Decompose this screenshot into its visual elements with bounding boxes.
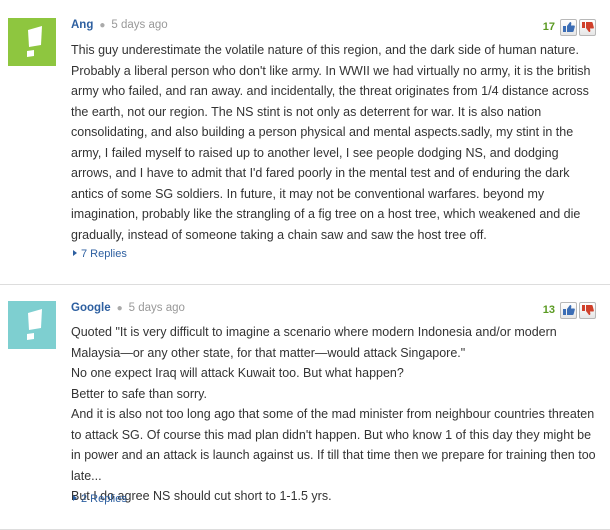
comment-body: Quoted "It is very difficult to imagine … bbox=[71, 322, 601, 507]
thumbs-down-icon bbox=[582, 305, 594, 315]
exclamation-avatar-icon bbox=[8, 18, 56, 66]
avatar[interactable] bbox=[8, 18, 56, 66]
comment-line: But I do agree NS should cut short to 1-… bbox=[71, 489, 332, 503]
comment-line: No one expect Iraq will attack Kuwait to… bbox=[71, 366, 404, 380]
comment-line: Quoted "It is very difficult to imagine … bbox=[71, 325, 557, 360]
thumbs-up-icon bbox=[563, 305, 575, 315]
separator-dot: ● bbox=[99, 20, 106, 31]
vote-controls: 13 bbox=[543, 301, 596, 319]
comment-body: This guy underestimate the volatile natu… bbox=[71, 40, 601, 245]
author-name[interactable]: Google bbox=[71, 302, 111, 314]
replies-label[interactable]: 2 Replies bbox=[81, 493, 127, 505]
replies-toggle[interactable]: 2 Replies bbox=[73, 492, 127, 506]
vote-controls: 17 bbox=[543, 18, 596, 36]
vote-count: 13 bbox=[542, 304, 555, 316]
author-name[interactable]: Ang bbox=[71, 19, 93, 31]
comment-meta: Google ● 5 days ago bbox=[71, 300, 185, 316]
exclamation-avatar-icon bbox=[8, 301, 56, 349]
avatar[interactable] bbox=[8, 301, 56, 349]
like-button[interactable] bbox=[560, 18, 577, 36]
thumbs-down-icon bbox=[582, 22, 594, 32]
expand-arrow-icon bbox=[73, 250, 77, 256]
timestamp: 5 days ago bbox=[111, 19, 168, 31]
dislike-button[interactable] bbox=[579, 18, 596, 36]
vote-count: 17 bbox=[542, 21, 555, 33]
comment: Google ● 5 days ago 13 Quoted "It is very … bbox=[0, 285, 610, 530]
comment-meta: Ang ● 5 days ago bbox=[71, 17, 168, 33]
replies-label[interactable]: 7 Replies bbox=[81, 248, 127, 260]
comment: Ang ● 5 days ago 17 This guy underestimate… bbox=[0, 0, 610, 285]
comment-text: This guy underestimate the volatile natu… bbox=[71, 43, 591, 242]
comment-line: Better to safe than sorry. bbox=[71, 386, 207, 401]
like-button[interactable] bbox=[560, 301, 577, 319]
dislike-button[interactable] bbox=[579, 301, 596, 319]
thumbs-up-icon bbox=[563, 22, 575, 32]
timestamp: 5 days ago bbox=[128, 302, 185, 314]
separator-dot: ● bbox=[116, 303, 123, 314]
comment-line: And it is also not too long ago that som… bbox=[71, 407, 596, 483]
replies-toggle[interactable]: 7 Replies bbox=[73, 247, 127, 261]
expand-arrow-icon bbox=[73, 495, 77, 501]
